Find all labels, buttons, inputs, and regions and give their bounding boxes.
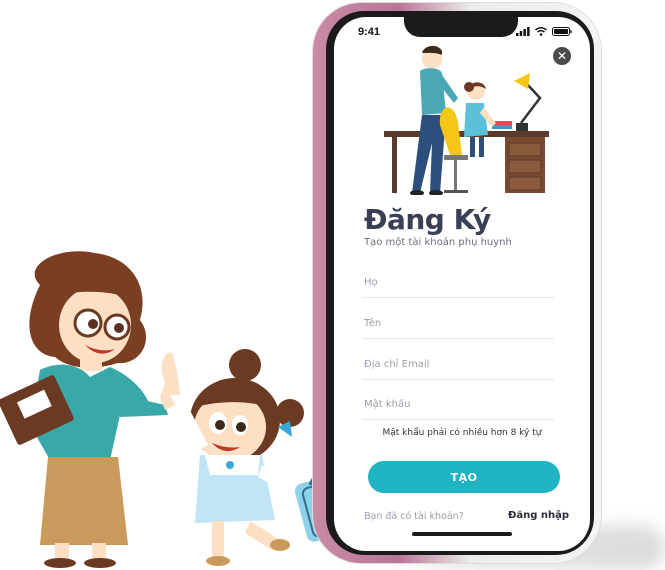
- status-time: 9:41: [358, 26, 381, 38]
- last-name-field[interactable]: [362, 267, 556, 298]
- home-indicator: [412, 532, 512, 536]
- password-hint: Mật khẩu phải có nhiều hơn 8 ký tự: [382, 428, 542, 438]
- email-field[interactable]: [362, 349, 556, 380]
- page-title: Đăng Ký: [364, 203, 491, 236]
- phone-screen: 9:41 ✕ Đăng Ký Tạo một tài khoản phụ huy…: [334, 17, 590, 551]
- study-desk-illustration: [384, 45, 549, 195]
- signal-icon: [516, 27, 530, 36]
- password-field[interactable]: [362, 389, 556, 420]
- close-icon[interactable]: ✕: [553, 47, 571, 65]
- email-input[interactable]: [362, 349, 556, 379]
- login-prompt: Bạn đã có tài khoản?: [364, 511, 464, 522]
- login-link[interactable]: Đăng nhập: [508, 510, 569, 521]
- first-name-field[interactable]: [362, 308, 556, 339]
- status-icons: [516, 27, 572, 36]
- wifi-icon: [535, 27, 547, 36]
- first-name-input[interactable]: [362, 308, 556, 338]
- phone-notch: [404, 17, 518, 37]
- create-account-button[interactable]: TẠO: [368, 461, 560, 493]
- last-name-input[interactable]: [362, 267, 556, 297]
- battery-icon: [552, 27, 572, 36]
- password-input[interactable]: [362, 389, 556, 419]
- page-subtitle: Tạo một tài khoản phụ huynh: [364, 237, 512, 248]
